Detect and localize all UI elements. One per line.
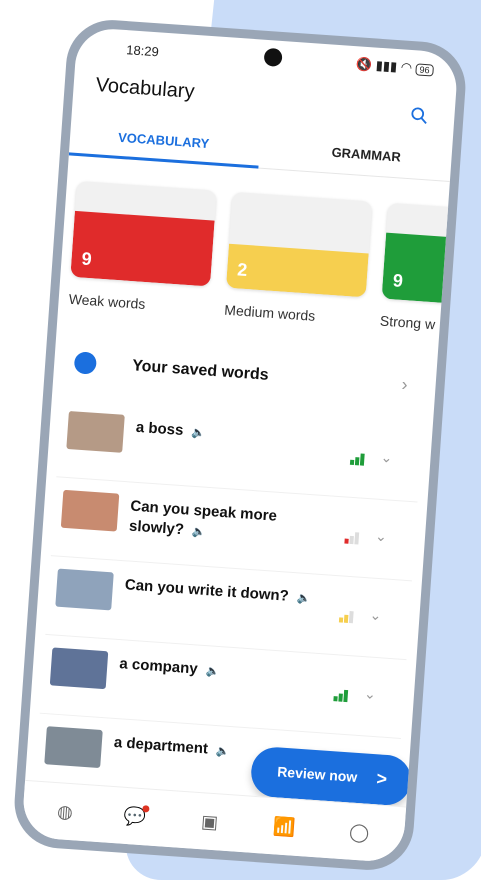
bookmark-icon: [73, 351, 98, 375]
weak-count: 9: [80, 248, 93, 270]
word-label: a company: [118, 655, 199, 678]
tab-vocabulary[interactable]: VOCABULARY: [118, 130, 210, 151]
bar: [343, 614, 349, 623]
speaker-icon[interactable]: 🔈: [192, 526, 207, 539]
chevron-down-icon[interactable]: ⌄: [375, 528, 388, 546]
bar: [348, 611, 354, 624]
bar: [338, 617, 344, 623]
word-label: a department: [113, 733, 209, 758]
globe-icon[interactable]: ◍: [52, 801, 78, 827]
strong-count: 9: [392, 270, 404, 291]
strong-label: Strong w: [379, 312, 436, 333]
bar: [349, 535, 354, 545]
bar: [343, 689, 349, 703]
notification-dot: [142, 805, 150, 813]
speaker-icon[interactable]: 🔈: [191, 427, 206, 440]
cards-icon[interactable]: ▣: [197, 811, 223, 837]
mute-icon: 🔇: [355, 56, 373, 73]
signal-icon: ▮▮▮: [375, 57, 398, 75]
strength-bars: [344, 532, 361, 545]
word-text: a boss 🔈: [135, 418, 336, 453]
active-tab-indicator: [68, 152, 259, 169]
word-label: Can you write it down?: [124, 576, 290, 605]
search-icon[interactable]: [410, 106, 429, 125]
battery-icon: 96: [415, 63, 435, 77]
word-strength-cards: 9 Weak words 2 Medium words 9 Strong w: [67, 180, 459, 350]
chevron-right-icon: ›: [400, 374, 409, 395]
weak-words-card[interactable]: 9 Weak words: [68, 180, 217, 316]
medium-label: Medium words: [223, 301, 316, 324]
strong-words-card[interactable]: 9 Strong w: [379, 202, 459, 338]
strength-bars: [333, 689, 350, 703]
phone-frame: 18:29 🔇 ▮▮▮ ◠ 96 Vocabulary VOCABULARY G…: [11, 17, 469, 873]
bar: [349, 459, 355, 465]
weak-label: Weak words: [68, 290, 146, 313]
strength-bars: [349, 453, 367, 466]
app-screen: 18:29 🔇 ▮▮▮ ◠ 96 Vocabulary VOCABULARY G…: [21, 26, 459, 864]
word-text: Can you speak more slowly? 🔈: [128, 497, 330, 552]
bar: [354, 532, 360, 545]
arrow-right-icon: >: [375, 768, 388, 790]
wifi-icon: ◠: [400, 59, 413, 76]
chevron-down-icon[interactable]: ⌄: [380, 449, 393, 467]
chevron-down-icon[interactable]: ⌄: [364, 685, 377, 703]
word-image: [55, 568, 114, 611]
bar: [333, 696, 338, 702]
word-image: [44, 726, 103, 769]
status-icons: 🔇 ▮▮▮ ◠ 96: [355, 56, 435, 77]
bar: [344, 538, 349, 544]
progress-icon[interactable]: 📶: [272, 816, 298, 842]
card-box: 9: [381, 202, 459, 309]
bar: [338, 693, 343, 702]
card-box: 2: [225, 191, 373, 298]
speaker-icon[interactable]: 🔈: [205, 665, 220, 678]
word-label: a boss: [135, 418, 184, 439]
review-label: Review now: [276, 763, 358, 785]
camera-icon: [263, 47, 283, 67]
strength-bars: [338, 610, 356, 624]
word-image: [60, 489, 120, 532]
tab-grammar[interactable]: GRAMMAR: [331, 145, 401, 165]
status-time: 18:29: [125, 42, 160, 60]
chevron-down-icon[interactable]: ⌄: [369, 606, 382, 624]
medium-count: 2: [236, 259, 248, 281]
tab-bar: VOCABULARY GRAMMAR: [68, 118, 453, 182]
word-text: a company 🔈: [119, 654, 320, 689]
word-image: [66, 410, 125, 453]
saved-words-label: Your saved words: [131, 357, 270, 384]
speaker-icon[interactable]: 🔈: [216, 745, 231, 758]
word-image: [49, 647, 109, 690]
speaker-icon[interactable]: 🔈: [296, 592, 311, 605]
medium-words-card[interactable]: 2 Medium words: [223, 191, 373, 327]
chat-icon[interactable]: 💬: [122, 805, 150, 832]
card-box: 9: [70, 180, 217, 287]
word-text: Can you write it down? 🔈: [124, 575, 325, 610]
bar: [354, 457, 360, 466]
medium-fill: [225, 243, 369, 298]
saved-words-row[interactable]: Your saved words ›: [73, 349, 421, 407]
bar: [359, 453, 365, 466]
profile-icon[interactable]: ◯: [346, 821, 372, 847]
